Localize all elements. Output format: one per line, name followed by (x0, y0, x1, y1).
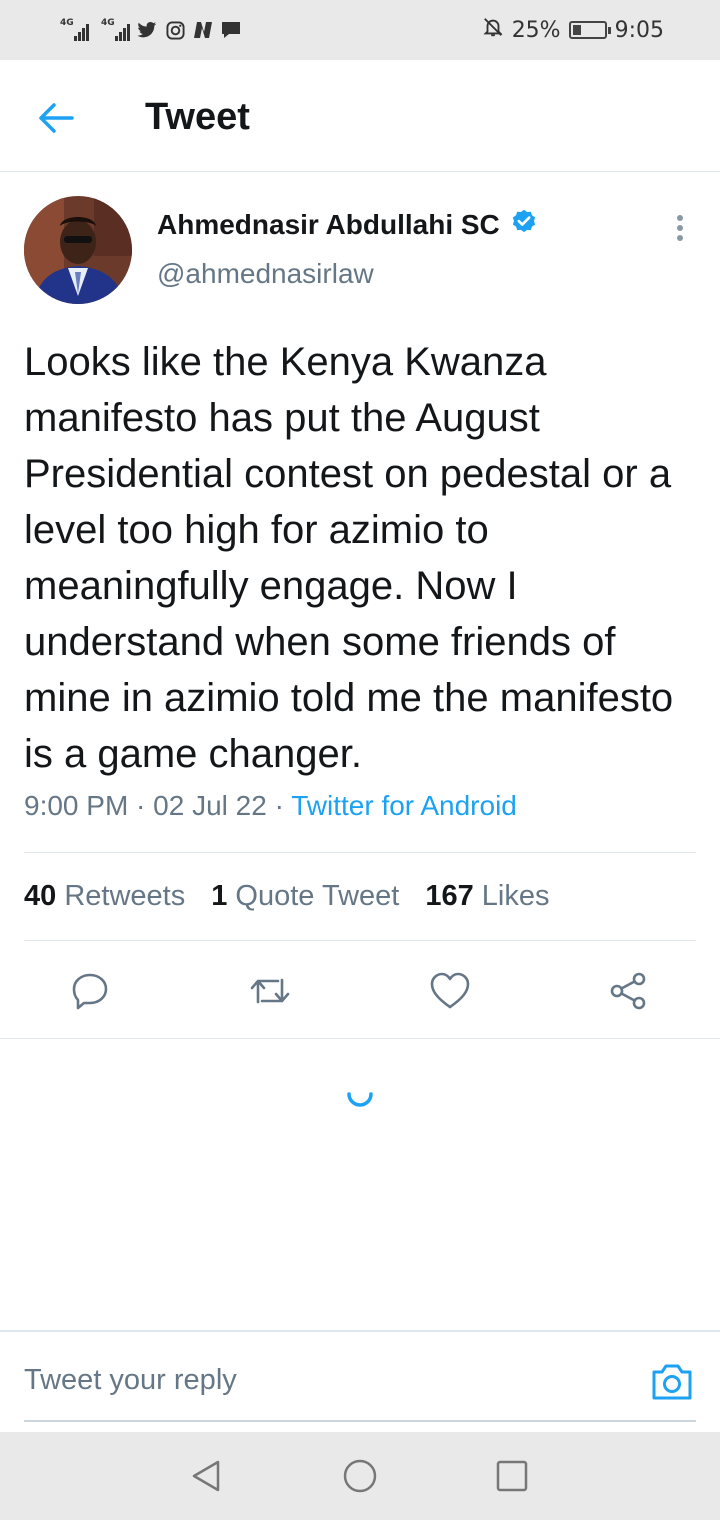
share-button[interactable] (605, 965, 653, 1017)
divider (0, 1038, 720, 1039)
divider (24, 852, 696, 853)
status-bar-left: 4G 4G (60, 16, 242, 44)
engagement-stats: 40 Retweets 1 Quote Tweet 167 Likes (24, 880, 549, 913)
share-icon (610, 972, 646, 1010)
more-options-button[interactable] (664, 210, 696, 246)
nav-recents-button[interactable] (492, 1456, 532, 1496)
quotes-label: Quote Tweet (235, 880, 400, 912)
twitter-icon (136, 19, 158, 41)
retweets-label: Retweets (64, 880, 186, 912)
like-button[interactable] (426, 965, 474, 1017)
loading-spinner-icon (344, 1078, 376, 1110)
circle-home-icon (343, 1459, 377, 1493)
clock: 9:05 (614, 17, 664, 43)
battery-icon (568, 21, 611, 39)
camera-icon (652, 1364, 692, 1400)
more-vertical-icon (677, 215, 683, 241)
message-icon (220, 19, 242, 41)
status-bar-right: 25% 9:05 (482, 16, 664, 44)
tweet-actions (0, 965, 720, 1017)
tweet-source-link[interactable]: Twitter for Android (291, 790, 517, 821)
arrow-left-icon (39, 103, 74, 133)
system-nav-bar (0, 1432, 720, 1520)
divider (24, 940, 696, 941)
quotes-stat[interactable]: 1 Quote Tweet (211, 880, 399, 913)
square-recents-icon (496, 1460, 528, 1492)
signal-strength-icon: 4G (60, 18, 89, 41)
camera-button[interactable] (648, 1358, 696, 1406)
back-button[interactable] (34, 96, 78, 140)
page-title: Tweet (145, 96, 250, 138)
author-handle[interactable]: @ahmednasirlaw (157, 258, 374, 290)
tweet-text: Looks like the Kenya Kwanza manifesto ha… (24, 340, 674, 776)
quotes-count: 1 (211, 880, 228, 912)
mute-notifications-icon (482, 16, 504, 44)
author-name[interactable]: Ahmednasir Abdullahi SC (157, 209, 500, 241)
retweet-icon (250, 978, 290, 1004)
battery-percent: 25% (511, 17, 561, 43)
nav-home-button[interactable] (340, 1456, 380, 1496)
status-bar: 4G 4G 25% 9:05 (0, 0, 720, 60)
app-header: Tweet (0, 60, 720, 172)
nav-back-button[interactable] (186, 1456, 226, 1496)
verified-badge-icon (510, 208, 538, 241)
tweet-meta: 9:00 PM · 02 Jul 22 · Twitter for Androi… (24, 790, 517, 822)
reply-input[interactable]: Tweet your reply (24, 1364, 237, 1397)
retweet-button[interactable] (246, 965, 294, 1017)
author-name-row: Ahmednasir Abdullahi SC (157, 208, 538, 241)
tweet-date: 02 Jul 22 (153, 790, 267, 821)
likes-stat[interactable]: 167 Likes (425, 880, 549, 913)
avatar[interactable] (24, 196, 132, 304)
reply-underline (24, 1420, 696, 1422)
network-type-label-2: 4G (101, 18, 115, 28)
tweet-time: 9:00 PM (24, 790, 129, 821)
network-type-label: 4G (60, 18, 74, 28)
triangle-back-icon (192, 1460, 220, 1492)
heart-icon (430, 972, 470, 1009)
instagram-icon (164, 19, 186, 41)
nation-icon (192, 19, 214, 41)
likes-count: 167 (425, 880, 474, 912)
meta-separator: · (128, 790, 154, 821)
reply-bubble-icon (72, 973, 108, 1010)
meta-separator-2: · (266, 790, 292, 821)
divider (0, 1330, 720, 1332)
retweets-count: 40 (24, 880, 57, 912)
likes-label: Likes (481, 880, 550, 912)
reply-button[interactable] (66, 965, 114, 1017)
retweets-stat[interactable]: 40 Retweets (24, 880, 185, 913)
signal-strength-icon-2: 4G (101, 18, 130, 41)
